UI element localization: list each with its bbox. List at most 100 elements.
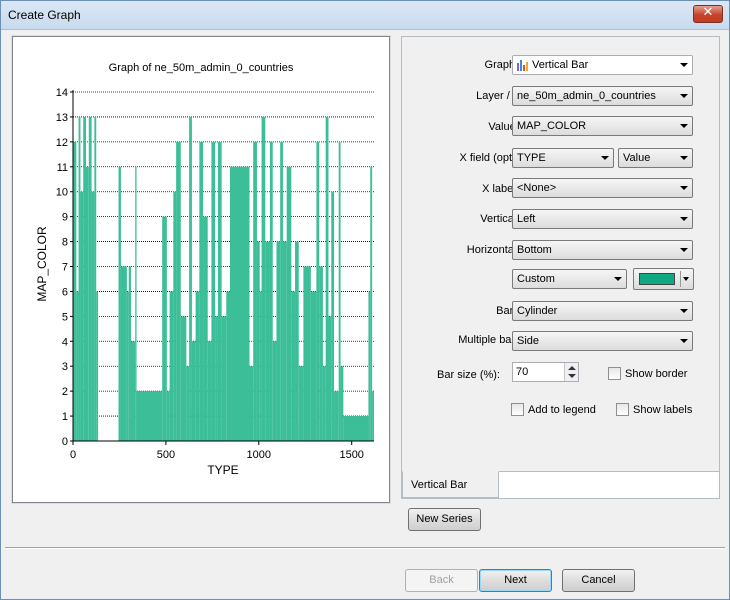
- add-to-legend-checkbox[interactable]: Add to legend: [511, 403, 596, 416]
- tab-vertical-bar[interactable]: Vertical Bar: [402, 471, 499, 498]
- bar: [316, 141, 320, 441]
- series-tab-strip: Vertical Bar: [402, 471, 719, 498]
- color-mode-select[interactable]: Custom: [512, 269, 627, 289]
- bar: [261, 116, 266, 441]
- x-field-select[interactable]: TYPE: [512, 148, 614, 168]
- chart-title: Graph of ne_50m_admin_0_countries: [109, 62, 294, 74]
- bar: [303, 266, 311, 441]
- bar: [199, 141, 204, 441]
- bar: [76, 291, 79, 441]
- vertical-axis-select[interactable]: Left: [512, 209, 693, 229]
- bar: [325, 116, 329, 441]
- cancel-button[interactable]: Cancel: [562, 569, 635, 592]
- bar: [368, 291, 371, 441]
- footer-divider: [5, 547, 725, 549]
- bar: [91, 191, 95, 441]
- bar: [120, 266, 127, 441]
- bar: [86, 166, 89, 442]
- chart-preview-panel: Graph of ne_50m_admin_0_countries 012345…: [11, 35, 391, 504]
- bar: [88, 116, 92, 441]
- x-field-mode-select[interactable]: Value: [618, 148, 693, 168]
- show-border-checkbox[interactable]: Show border: [608, 367, 687, 380]
- bar: [286, 166, 292, 442]
- checkbox-box[interactable]: [616, 403, 629, 416]
- x-tick-label: 500: [157, 449, 175, 461]
- bar: [126, 291, 129, 441]
- bar: [136, 391, 163, 441]
- bar: [343, 416, 369, 441]
- color-picker-button[interactable]: [633, 268, 694, 290]
- value-field-select[interactable]: MAP_COLOR: [512, 116, 693, 136]
- x-field-value: TYPE: [517, 152, 546, 164]
- bar: [272, 341, 277, 441]
- title-bar[interactable]: Create Graph ✕: [1, 1, 729, 30]
- bar: [78, 116, 81, 441]
- chevron-down-icon: [680, 309, 688, 313]
- back-button[interactable]: Back: [405, 569, 478, 592]
- chevron-down-icon: [601, 156, 609, 160]
- tab-label: Vertical Bar: [411, 479, 468, 491]
- x-label-field-select[interactable]: <None>: [512, 178, 693, 198]
- chevron-down-icon: [680, 339, 688, 343]
- next-button[interactable]: Next: [479, 569, 552, 592]
- graph-type-select[interactable]: Vertical Bar: [512, 55, 693, 75]
- y-tick-label: 5: [62, 311, 68, 323]
- chart: Graph of ne_50m_admin_0_countries 012345…: [35, 62, 374, 477]
- checkbox-box[interactable]: [608, 367, 621, 380]
- bar-style-select[interactable]: Cylinder: [512, 301, 693, 321]
- show-border-label: Show border: [625, 367, 688, 380]
- bar: [215, 316, 218, 441]
- bar: [94, 116, 97, 441]
- bar-size-value: 70: [516, 366, 529, 378]
- bar: [195, 291, 200, 441]
- bar: [166, 391, 170, 441]
- show-labels-checkbox[interactable]: Show labels: [616, 403, 692, 416]
- bar: [217, 141, 222, 441]
- create-graph-window: Create Graph ✕ Graph of ne_50m_admin_0_c…: [0, 0, 730, 600]
- bar: [130, 341, 136, 441]
- bar: [310, 291, 317, 441]
- x-tick-label: 0: [70, 449, 76, 461]
- bar: [372, 391, 374, 441]
- bar-size-spin-buttons[interactable]: [564, 363, 578, 381]
- bar: [295, 241, 299, 441]
- y-tick-label: 8: [62, 237, 68, 249]
- layer-table-select[interactable]: ne_50m_admin_0_countries: [512, 86, 693, 106]
- bar: [230, 166, 250, 442]
- bar: [173, 191, 177, 441]
- chevron-down-icon: [680, 124, 688, 128]
- bar: [176, 141, 181, 441]
- color-mode-value: Custom: [517, 273, 555, 285]
- horizontal-axis-select[interactable]: Bottom: [512, 240, 693, 260]
- new-series-button[interactable]: New Series: [408, 508, 481, 531]
- chart-y-axis-label: MAP_COLOR: [35, 226, 49, 302]
- y-tick-label: 3: [62, 361, 68, 373]
- x-tick-label: 1500: [339, 449, 363, 461]
- checkbox-box[interactable]: [511, 403, 524, 416]
- y-tick-label: 6: [62, 286, 68, 298]
- bar: [203, 216, 208, 441]
- bar: [256, 241, 260, 441]
- bar: [322, 366, 326, 441]
- bar: [221, 316, 227, 441]
- bar: [189, 116, 192, 441]
- y-tick-label: 1: [62, 411, 68, 423]
- window-title: Create Graph: [8, 8, 81, 22]
- y-tick-label: 2: [62, 386, 68, 398]
- close-button[interactable]: ✕: [693, 5, 723, 23]
- y-tick-label: 14: [56, 87, 68, 99]
- y-tick-label: 11: [57, 162, 68, 174]
- bar: [96, 291, 99, 441]
- multiple-bar-type-select[interactable]: Side: [512, 331, 693, 351]
- bar: [249, 366, 254, 441]
- bar: [298, 366, 304, 441]
- bar-size-spinner[interactable]: 70: [512, 362, 579, 382]
- chart-x-axis-label: TYPE: [207, 463, 238, 477]
- y-tick-label: 7: [62, 262, 68, 274]
- bar: [269, 141, 273, 441]
- bar: [276, 241, 281, 441]
- bar-size-label: Bar size (%):: [437, 369, 500, 381]
- multiple-bar-type-value: Side: [517, 335, 540, 347]
- spin-down-icon: [568, 374, 576, 378]
- graph-type-value: Vertical Bar: [532, 59, 589, 71]
